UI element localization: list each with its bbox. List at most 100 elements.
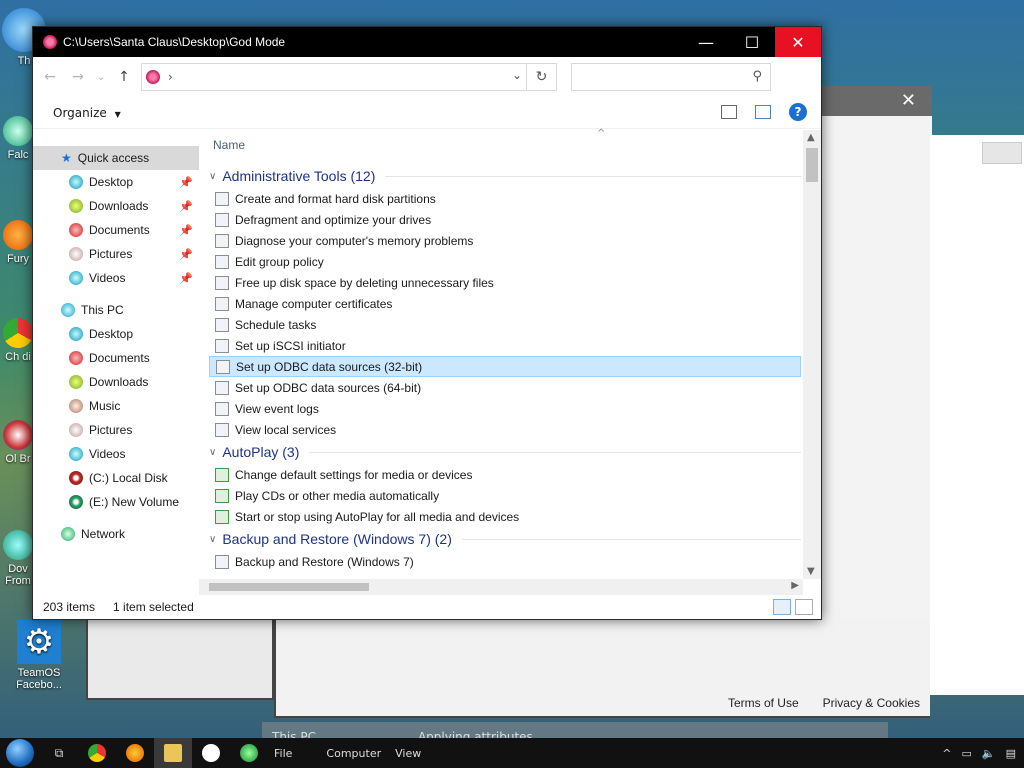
close-button[interactable]: ✕	[775, 27, 821, 57]
ribbon-tab-file[interactable]: File	[274, 747, 292, 760]
help-button[interactable]: ?	[789, 103, 807, 121]
nav-quick-desktop[interactable]: Desktop 📌	[33, 170, 199, 194]
list-item-label: Start or stop using AutoPlay for all med…	[235, 509, 520, 524]
search-input[interactable]: ⚲	[571, 63, 771, 91]
nav-pc-documents[interactable]: Documents	[33, 346, 199, 370]
nav-pc-downloads[interactable]: Downloads	[33, 370, 199, 394]
nav-this-pc[interactable]: This PC	[33, 298, 199, 322]
chevron-down-icon[interactable]: ∨	[209, 447, 216, 458]
recent-locations-button[interactable]: ⌄	[95, 66, 107, 88]
list-item[interactable]: Schedule tasks	[209, 314, 801, 335]
list-item[interactable]: Backup and Restore (Windows 7)	[209, 551, 801, 572]
nav-quick-documents[interactable]: Documents 📌	[33, 218, 199, 242]
chevron-down-icon[interactable]: ∨	[209, 534, 216, 545]
nav-quick-pictures[interactable]: Pictures 📌	[33, 242, 199, 266]
list-item[interactable]: Change default settings for media or dev…	[209, 464, 801, 485]
nav-quick-downloads[interactable]: Downloads 📌	[33, 194, 199, 218]
god-mode-icon	[43, 35, 57, 49]
list-item[interactable]: Set up iSCSI initiator	[209, 335, 801, 356]
desktop-icon-6[interactable]: Dov From	[0, 530, 36, 587]
group-header[interactable]: ∨ Administrative Tools (12)	[209, 164, 801, 188]
nav-quick-videos[interactable]: Videos 📌	[33, 266, 199, 290]
chevron-down-icon[interactable]: ∨	[209, 171, 216, 182]
app-taskbar-button[interactable]	[230, 738, 268, 768]
pin-icon[interactable]: 📌	[179, 200, 193, 213]
terms-link[interactable]: Terms of Use	[728, 696, 799, 710]
nav-pc-c-drive[interactable]: (C:) Local Disk	[33, 466, 199, 490]
minimize-button[interactable]: —	[683, 27, 729, 57]
desktop-icon-4[interactable]: Ch di	[0, 318, 36, 363]
yahoo-taskbar-button[interactable]	[192, 738, 230, 768]
up-button[interactable]: ↑	[113, 66, 135, 88]
pin-icon[interactable]: 📌	[179, 248, 193, 261]
title-bar[interactable]: C:\Users\Santa Claus\Desktop\God Mode — …	[33, 27, 821, 57]
scroll-up-icon[interactable]: ▲	[807, 132, 815, 143]
desktop-icon-3[interactable]: Fury	[0, 220, 36, 265]
desktop-icon-teamos[interactable]: ⚙ TeamOS Facebo...	[8, 620, 70, 691]
chrome-icon	[3, 318, 33, 348]
firefox-taskbar-button[interactable]	[116, 738, 154, 768]
nav-pc-pictures[interactable]: Pictures	[33, 418, 199, 442]
list-item[interactable]: Diagnose your computer's memory problems	[209, 230, 801, 251]
ribbon-tab-computer[interactable]: Computer	[326, 747, 381, 760]
start-button[interactable]	[0, 738, 40, 768]
list-item[interactable]: Set up ODBC data sources (32-bit)	[209, 356, 801, 377]
refresh-button[interactable]: ↻	[526, 64, 556, 90]
volume-icon[interactable]: 🔈	[982, 747, 996, 760]
notifications-icon[interactable]: ▤	[1006, 747, 1016, 760]
nav-label: Desktop	[89, 327, 134, 341]
nav-pc-music[interactable]: Music	[33, 394, 199, 418]
group-header[interactable]: ∨ AutoPlay (3)	[209, 440, 801, 464]
details-view-icon[interactable]	[773, 599, 791, 615]
address-bar[interactable]: › ⌄ ↻	[141, 63, 557, 91]
network-tray-icon[interactable]: ▭	[961, 747, 971, 760]
list-item[interactable]: Create and format hard disk partitions	[209, 188, 801, 209]
address-dropdown-icon[interactable]: ⌄	[512, 68, 522, 82]
maximize-button[interactable]: ☐	[729, 27, 775, 57]
scroll-thumb[interactable]	[209, 583, 369, 591]
list-item[interactable]: View event logs	[209, 398, 801, 419]
close-icon[interactable]: ✕	[901, 90, 916, 111]
pin-icon[interactable]: 📌	[179, 176, 193, 189]
list-item[interactable]: Manage computer certificates	[209, 293, 801, 314]
list-item[interactable]: Defragment and optimize your drives	[209, 209, 801, 230]
breadcrumb-separator-icon[interactable]: ›	[168, 70, 173, 84]
list-item[interactable]: Play CDs or other media automatically	[209, 485, 801, 506]
chrome-taskbar-button[interactable]	[78, 738, 116, 768]
desktop-icon-2[interactable]: Falc	[0, 116, 36, 161]
preview-pane-icon[interactable]	[755, 105, 771, 119]
ribbon-tab-view[interactable]: View	[395, 747, 421, 760]
file-explorer-taskbar-button[interactable]	[154, 738, 192, 768]
list-item[interactable]: Edit group policy	[209, 251, 801, 272]
privacy-link[interactable]: Privacy & Cookies	[823, 696, 920, 710]
vertical-scrollbar[interactable]: ▲ ▼	[803, 130, 821, 579]
nav-quick-access[interactable]: ★ Quick access	[33, 146, 199, 170]
nav-network[interactable]: Network	[33, 522, 199, 546]
scroll-thumb[interactable]	[806, 148, 818, 182]
scroll-right-icon[interactable]: ▶	[791, 580, 799, 591]
list-item[interactable]: Set up ODBC data sources (64-bit)	[209, 377, 801, 398]
nav-pc-videos[interactable]: Videos	[33, 442, 199, 466]
network-icon	[61, 527, 75, 541]
organize-button[interactable]: Organize ▼	[53, 106, 121, 120]
large-icons-view-icon[interactable]	[795, 599, 813, 615]
change-view-icon[interactable]	[721, 105, 737, 119]
desktop-icon-5[interactable]: Ol Br	[0, 420, 36, 465]
task-view-button[interactable]: ⧉	[40, 738, 78, 768]
scroll-down-icon[interactable]: ▼	[807, 566, 815, 577]
nav-pc-desktop[interactable]: Desktop	[33, 322, 199, 346]
list-item[interactable]: Free up disk space by deleting unnecessa…	[209, 272, 801, 293]
minimize-button[interactable]	[982, 142, 1022, 164]
horizontal-scrollbar[interactable]: ▶	[199, 579, 803, 595]
pin-icon[interactable]: 📌	[179, 224, 193, 237]
list-item[interactable]: View local services	[209, 419, 801, 440]
chevron-up-icon[interactable]: ^	[942, 747, 951, 760]
pin-icon[interactable]: 📌	[179, 272, 193, 285]
nav-pc-e-drive[interactable]: (E:) New Volume	[33, 490, 199, 514]
list-item[interactable]: Start or stop using AutoPlay for all med…	[209, 506, 801, 527]
back-button[interactable]: ←	[39, 66, 61, 88]
group-header[interactable]: ∨ Backup and Restore (Windows 7) (2)	[209, 527, 801, 551]
forward-button[interactable]: →	[67, 66, 89, 88]
name-column-header[interactable]: Name	[213, 138, 245, 152]
explorer-body: ★ Quick access Desktop 📌 Downloads 📌 Doc…	[33, 128, 821, 595]
